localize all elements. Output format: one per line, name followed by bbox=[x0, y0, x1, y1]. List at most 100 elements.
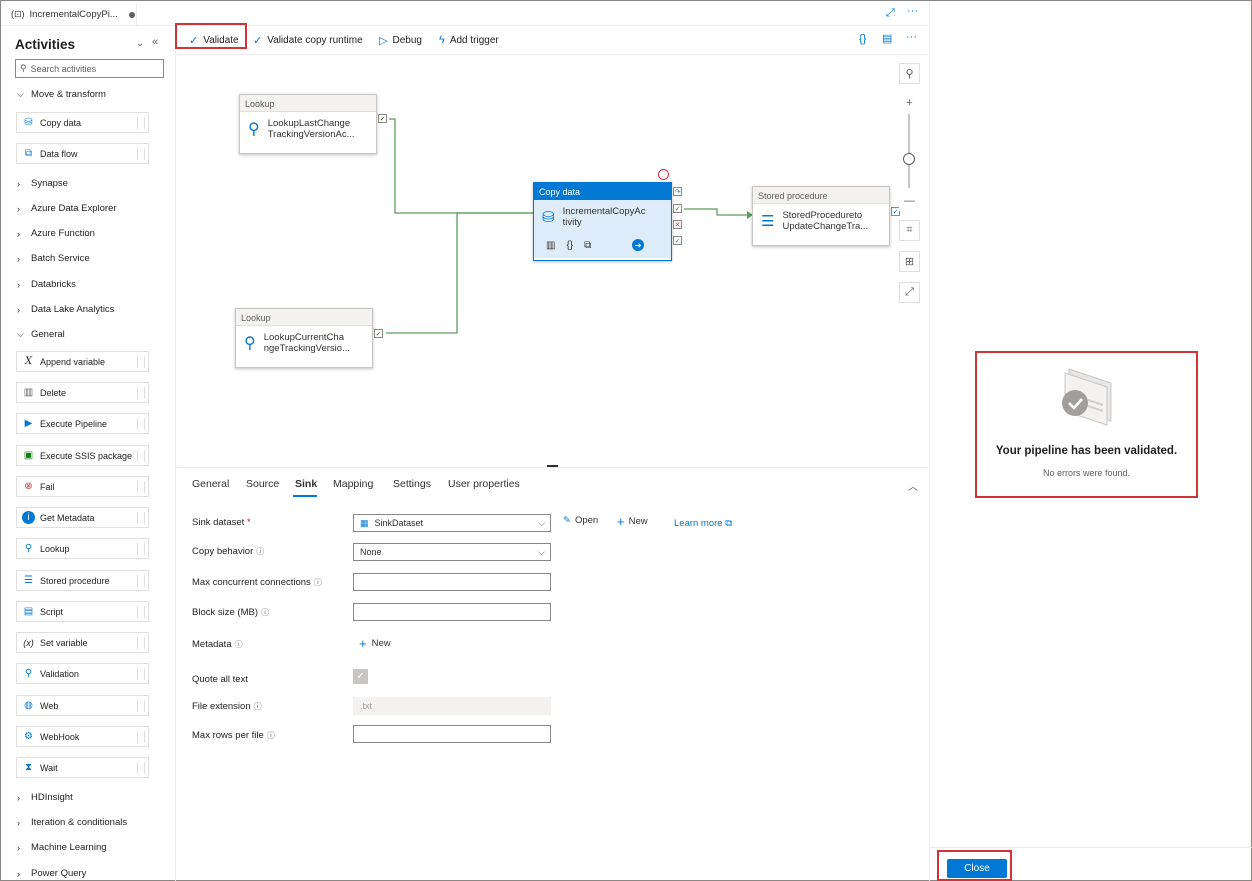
drag-handle[interactable] bbox=[137, 606, 145, 618]
code-icon[interactable]: {} bbox=[859, 33, 866, 45]
skip-port[interactable]: ↷ bbox=[673, 187, 682, 196]
activity-wait[interactable]: ⧗ Wait bbox=[16, 757, 149, 778]
hide-pane-icon[interactable]: « bbox=[152, 36, 158, 48]
fit-to-screen-icon[interactable]: ⌗ bbox=[899, 220, 920, 241]
lookup-node-current[interactable]: Lookup ⚲ LookupCurrentCha ngeTrackingVersi… bbox=[235, 308, 383, 368]
drag-handle[interactable] bbox=[137, 450, 145, 462]
failure-port[interactable]: ✕ bbox=[673, 220, 682, 229]
drag-handle[interactable] bbox=[137, 356, 145, 368]
drag-handle[interactable] bbox=[137, 731, 145, 743]
category-power-query[interactable]: › Power Query bbox=[17, 868, 86, 879]
drag-handle[interactable] bbox=[137, 700, 145, 712]
activity-append-variable[interactable]: X Append variable bbox=[16, 351, 149, 372]
copy-behavior-select[interactable]: None ⌵ bbox=[353, 543, 551, 561]
activity-execute-ssis[interactable]: ▣ Execute SSIS package bbox=[16, 445, 149, 466]
properties-icon[interactable]: ▤ bbox=[882, 32, 892, 45]
activity-execute-pipeline[interactable]: ▶ Execute Pipeline bbox=[16, 413, 149, 434]
activity-webhook[interactable]: ⚙ WebHook bbox=[16, 726, 149, 747]
success-port[interactable]: ✓ bbox=[673, 204, 682, 213]
pipeline-canvas[interactable]: Lookup ⚲ LookupLastChange TrackingVersionA… bbox=[177, 56, 927, 466]
category-data-lake-analytics[interactable]: › Data Lake Analytics bbox=[17, 304, 114, 315]
file-extension-input[interactable]: .txt bbox=[353, 697, 551, 715]
metadata-new-button[interactable]: + New bbox=[359, 636, 391, 651]
drag-handle[interactable] bbox=[137, 575, 145, 587]
activity-validation[interactable]: ⚲ Validation bbox=[16, 663, 149, 684]
activity-get-metadata[interactable]: i Get Metadata bbox=[16, 507, 149, 528]
add-trigger-button[interactable]: ϟ Add trigger bbox=[439, 34, 499, 46]
pipeline-tab[interactable]: (⊡) IncrementalCopyPi... bbox=[5, 3, 137, 26]
code-icon[interactable]: {} bbox=[566, 240, 573, 251]
activity-set-variable[interactable]: (x) Set variable bbox=[16, 632, 149, 653]
auto-align-icon[interactable]: ⊞ bbox=[899, 251, 920, 272]
zoom-slider-track[interactable] bbox=[908, 114, 910, 188]
activity-copy-data[interactable]: ⛁ Copy data bbox=[16, 112, 149, 133]
tab-general[interactable]: General bbox=[192, 478, 229, 490]
tab-mapping[interactable]: Mapping bbox=[333, 478, 373, 490]
chevron-up-icon[interactable]: ︿ bbox=[908, 478, 918, 493]
drag-handle[interactable] bbox=[137, 481, 145, 493]
info-icon: i bbox=[22, 511, 35, 524]
collapse-all-icon[interactable]: ⌄ bbox=[136, 38, 144, 49]
clone-icon[interactable]: ⧉ bbox=[584, 240, 591, 251]
delete-icon[interactable]: ▥ bbox=[546, 240, 555, 251]
drag-handle[interactable] bbox=[137, 148, 145, 160]
arrow-right-icon[interactable]: ➜ bbox=[632, 239, 645, 251]
drag-handle[interactable] bbox=[137, 387, 145, 399]
success-port[interactable]: ✓ bbox=[378, 114, 387, 123]
category-move-transform[interactable]: ⌵ Move & transform bbox=[17, 89, 106, 100]
copy-data-node[interactable]: Copy data ⛁ IncrementalCopyAc tivity ▥ {} … bbox=[533, 182, 682, 261]
tab-sink[interactable]: Sink bbox=[295, 478, 317, 490]
category-machine-learning[interactable]: › Machine Learning bbox=[17, 842, 107, 853]
activity-fail[interactable]: ⊗ Fail bbox=[16, 476, 149, 497]
max-rows-input[interactable] bbox=[353, 725, 551, 743]
activity-web[interactable]: ◍ Web bbox=[16, 695, 149, 716]
max-connections-label: Max concurrent connections ⓘ bbox=[192, 577, 322, 588]
lookup-node-last[interactable]: Lookup ⚲ LookupLastChange TrackingVersionA… bbox=[239, 94, 387, 154]
activity-lookup[interactable]: ⚲ Lookup bbox=[16, 538, 149, 559]
more-icon[interactable]: ··· bbox=[906, 31, 917, 43]
drag-handle[interactable] bbox=[137, 637, 145, 649]
success-port[interactable]: ✓ bbox=[374, 329, 383, 338]
zoom-slider-thumb[interactable] bbox=[903, 153, 915, 165]
tab-source[interactable]: Source bbox=[246, 478, 279, 490]
expand-icon[interactable]: ⤢ bbox=[886, 7, 895, 20]
category-azure-function[interactable]: › Azure Function bbox=[17, 228, 95, 239]
block-size-input[interactable] bbox=[353, 603, 551, 621]
zoom-in-icon[interactable]: + bbox=[899, 92, 920, 113]
tab-user-properties[interactable]: User properties bbox=[448, 478, 520, 490]
activity-delete[interactable]: ▥ Delete bbox=[16, 382, 149, 403]
learn-more-link[interactable]: Learn more ⧉ bbox=[674, 518, 732, 529]
debug-button[interactable]: ▷ Debug bbox=[379, 34, 422, 47]
category-hdinsight[interactable]: › HDInsight bbox=[17, 792, 73, 803]
search-canvas-icon[interactable]: ⚲ bbox=[899, 63, 920, 84]
activity-stored-procedure[interactable]: ☰ Stored procedure bbox=[16, 570, 149, 591]
stored-procedure-node[interactable]: Stored procedure ☰ StoredProcedureto Updat… bbox=[752, 186, 900, 246]
drag-handle[interactable] bbox=[137, 762, 145, 774]
new-dataset-button[interactable]: + New bbox=[617, 514, 648, 529]
drag-handle[interactable] bbox=[137, 512, 145, 524]
close-button[interactable]: Close bbox=[947, 859, 1007, 878]
category-general[interactable]: ⌵ General bbox=[17, 329, 65, 340]
more-icon[interactable]: ··· bbox=[907, 5, 918, 17]
zoom-out-icon[interactable]: — bbox=[899, 190, 920, 211]
activity-data-flow[interactable]: ⧉ Data flow bbox=[16, 143, 149, 164]
expand-icon[interactable]: ⤢ bbox=[899, 282, 920, 303]
validate-runtime-button[interactable]: ✓ Validate copy runtime bbox=[253, 34, 363, 47]
category-batch-service[interactable]: › Batch Service bbox=[17, 253, 90, 264]
open-dataset-button[interactable]: ✎ Open bbox=[563, 515, 598, 526]
drag-handle[interactable] bbox=[137, 668, 145, 680]
category-iteration[interactable]: › Iteration & conditionals bbox=[17, 817, 127, 828]
category-azure-data-explorer[interactable]: › Azure Data Explorer bbox=[17, 203, 117, 214]
category-synapse[interactable]: › Synapse bbox=[17, 178, 68, 189]
drag-handle[interactable] bbox=[137, 418, 145, 430]
tab-settings[interactable]: Settings bbox=[393, 478, 431, 490]
category-databricks[interactable]: › Databricks bbox=[17, 279, 76, 290]
search-input[interactable]: ⚲ Search activities bbox=[15, 59, 164, 78]
max-connections-input[interactable] bbox=[353, 573, 551, 591]
drag-handle[interactable] bbox=[137, 543, 145, 555]
drag-handle[interactable] bbox=[137, 117, 145, 129]
sink-dataset-select[interactable]: ▦ SinkDataset ⌵ bbox=[353, 514, 551, 532]
quote-all-text-checkbox[interactable]: ✓ bbox=[353, 669, 368, 684]
activity-script[interactable]: ▤ Script bbox=[16, 601, 149, 622]
completion-port[interactable]: ✓ bbox=[673, 236, 682, 245]
